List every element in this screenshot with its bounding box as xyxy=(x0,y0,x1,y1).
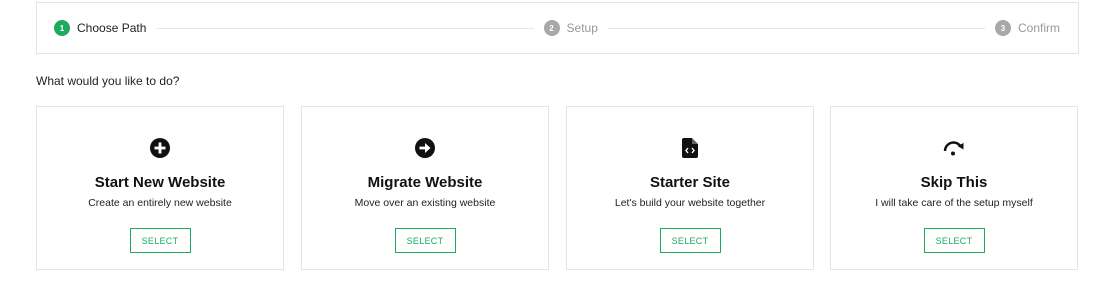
select-migrate-website-button[interactable]: SELECT xyxy=(394,228,456,253)
progress-stepper: 1 Choose Path 2 Setup 3 Confirm xyxy=(36,2,1079,54)
step-confirm: 3 Confirm xyxy=(995,20,1060,36)
select-starter-site-button[interactable]: SELECT xyxy=(659,228,721,253)
step-number-3: 3 xyxy=(995,20,1011,36)
card-skip-this[interactable]: Skip This I will take care of the setup … xyxy=(830,106,1078,270)
select-skip-this-button[interactable]: SELECT xyxy=(923,228,985,253)
card-title: Starter Site xyxy=(649,174,731,191)
card-description: Move over an existing website xyxy=(354,197,496,209)
card-description: Let's build your website together xyxy=(614,197,766,209)
card-description: Create an entirely new website xyxy=(88,197,232,209)
step-connector xyxy=(156,27,534,29)
step-connector xyxy=(607,27,985,29)
card-migrate-website[interactable]: Migrate Website Move over an existing we… xyxy=(301,106,549,270)
code-file-icon xyxy=(682,138,698,158)
card-title: Skip This xyxy=(920,174,988,191)
skip-redo-icon xyxy=(942,138,966,158)
step-number-2: 2 xyxy=(543,20,560,36)
card-description: I will take care of the setup myself xyxy=(875,197,1033,209)
step-choose-path: 1 Choose Path xyxy=(54,20,146,36)
step-label-choose-path: Choose Path xyxy=(77,21,147,35)
card-title: Start New Website xyxy=(94,174,226,191)
card-start-new-website[interactable]: Start New Website Create an entirely new… xyxy=(36,106,284,270)
plus-circle-icon xyxy=(150,138,170,158)
step-setup: 2 Setup xyxy=(543,20,598,36)
step-label-confirm: Confirm xyxy=(1018,21,1061,35)
arrow-right-circle-icon xyxy=(415,138,435,158)
card-title: Migrate Website xyxy=(367,174,483,191)
select-start-new-website-button[interactable]: SELECT xyxy=(129,228,191,253)
step-number-1: 1 xyxy=(54,20,70,36)
card-starter-site[interactable]: Starter Site Let's build your website to… xyxy=(566,106,814,270)
page-question: What would you like to do? xyxy=(36,74,180,88)
step-label-setup: Setup xyxy=(566,21,598,35)
